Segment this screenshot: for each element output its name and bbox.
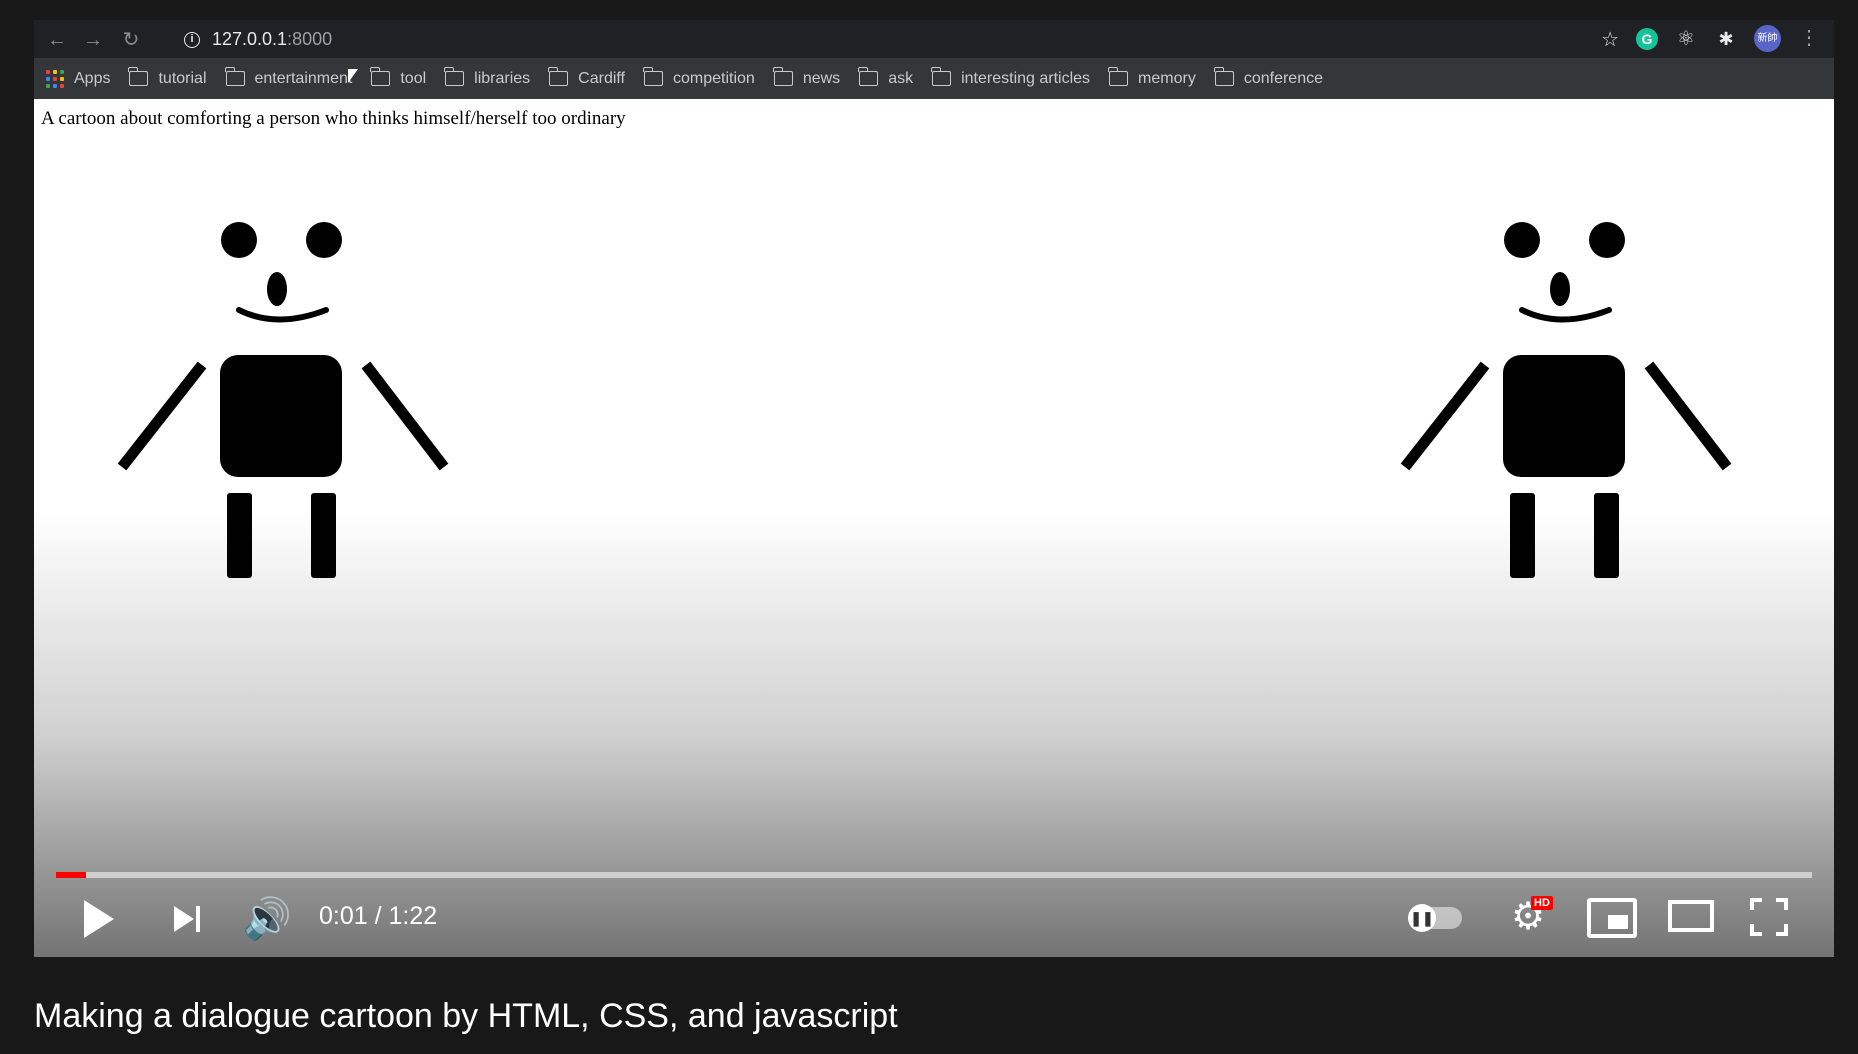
bookmarks-bar: Apps tutorial entertainment tool libraries Ca…: [34, 58, 1834, 99]
next-icon: [174, 906, 194, 932]
left-arm: [117, 361, 207, 471]
bookmark-item[interactable]: competition: [643, 67, 755, 88]
bookmark-label: news: [802, 69, 841, 87]
folder-icon: [444, 67, 465, 86]
bookmark-item[interactable]: conference: [1213, 67, 1323, 88]
apps-grid-icon: [46, 69, 64, 88]
autoplay-toggle[interactable]: ❚❚: [1408, 904, 1462, 932]
bookmark-item[interactable]: Cardiff: [548, 67, 625, 88]
volume-button[interactable]: 🔊: [242, 897, 292, 941]
right-leg: [311, 493, 336, 578]
bookmark-item[interactable]: tutorial: [128, 67, 207, 88]
fullscreen-corner-icon: [1750, 924, 1762, 936]
bookmark-label: tool: [400, 69, 427, 87]
extensions-puzzle-icon: ✱: [1718, 29, 1734, 49]
bookmark-item[interactable]: libraries: [444, 67, 531, 88]
left-leg: [227, 493, 252, 578]
right-eye: [1589, 222, 1625, 258]
back-arrow-icon: ←: [47, 29, 67, 51]
grammarly-icon: G: [1636, 28, 1658, 50]
video-title: Making a dialogue cartoon by HTML, CSS, …: [34, 997, 898, 1035]
folder-icon: [931, 67, 952, 86]
mouth: [236, 307, 329, 323]
url-host: 127.0.0.1: [212, 29, 288, 49]
bookmark-item[interactable]: news: [772, 67, 841, 88]
body: [220, 355, 342, 477]
fullscreen-corner-icon: [1776, 924, 1788, 936]
bookmark-item[interactable]: ask: [858, 67, 914, 88]
bookmark-item[interactable]: entertainment: [224, 67, 353, 88]
bookmark-label: Apps: [74, 69, 111, 87]
mouth: [1519, 307, 1612, 323]
star-icon: ☆: [1601, 29, 1619, 51]
left-eye: [221, 222, 257, 258]
fullscreen-corner-icon: [1776, 898, 1788, 910]
body: [1503, 355, 1625, 477]
address-bar: i 127.0.0.1:8000 ☆: [170, 23, 1633, 56]
folder-icon: [548, 67, 569, 86]
web-content: A cartoon about comforting a person who …: [34, 99, 1834, 957]
fullscreen-button[interactable]: [1750, 898, 1788, 936]
folder-icon: [128, 67, 149, 86]
bookmark-label: conference: [1243, 69, 1323, 87]
left-character: [117, 222, 449, 578]
hd-badge: HD: [1531, 896, 1553, 910]
reload-icon: ↻: [122, 29, 140, 51]
progress-fill: [56, 872, 86, 878]
bookmark-label: libraries: [474, 69, 531, 87]
bookmarks-list: Apps tutorial entertainment tool libraries Ca…: [46, 58, 1342, 99]
bookmark-label: entertainment: [254, 69, 353, 87]
bookmark-label: memory: [1138, 69, 1196, 87]
folder-icon: [370, 67, 391, 86]
bookmark-label: competition: [673, 69, 755, 87]
right-arm: [1644, 361, 1732, 471]
folder-icon: [224, 67, 245, 86]
folder-icon: [772, 67, 793, 86]
next-bar: [196, 906, 200, 932]
pause-icon: ❚❚: [1408, 904, 1436, 932]
folder-icon: [1213, 67, 1234, 86]
right-leg: [1594, 493, 1619, 578]
miniplayer-button[interactable]: [1587, 898, 1637, 938]
menu-dots-icon: ⋮: [1799, 27, 1819, 49]
folder-icon: [1108, 67, 1129, 86]
cartoon-stage: [117, 222, 1732, 578]
progress-bar[interactable]: [56, 872, 1812, 878]
avatar: 新帥: [1754, 25, 1781, 52]
folder-icon: [858, 67, 879, 86]
left-arm: [1400, 361, 1490, 471]
forward-arrow-icon: →: [83, 29, 103, 51]
right-character: [1400, 222, 1732, 578]
react-icon: ⚛: [1677, 28, 1695, 50]
bookmark-item[interactable]: tool: [370, 67, 427, 88]
nose: [1550, 272, 1570, 306]
bookmark-label: ask: [888, 69, 914, 87]
video-page: ← → ↻ i 127.0.0.1:8000 ☆ G ⚛ ✱ 新帥 ⋮ Apps…: [0, 0, 1858, 1054]
time-display: 0:01 / 1:22: [319, 902, 438, 930]
fullscreen-corner-icon: [1750, 898, 1762, 910]
url-text: 127.0.0.1:8000: [212, 29, 332, 50]
browser-toolbar: ← → ↻ i 127.0.0.1:8000 ☆ G ⚛ ✱ 新帥 ⋮: [34, 20, 1834, 58]
info-icon: i: [184, 32, 200, 48]
bookmark-label: tutorial: [158, 69, 207, 87]
bookmark-item[interactable]: interesting articles: [931, 67, 1091, 88]
mouse-cursor-icon: [348, 69, 358, 83]
left-leg: [1510, 493, 1535, 578]
bookmark-label: interesting articles: [961, 69, 1091, 87]
right-arm: [361, 361, 449, 471]
theater-mode-button[interactable]: [1668, 900, 1714, 932]
folder-icon: [643, 67, 663, 86]
left-eye: [1504, 222, 1540, 258]
miniplayer-icon: [1608, 915, 1628, 929]
bookmark-item[interactable]: Apps: [46, 69, 111, 88]
play-button[interactable]: [84, 900, 114, 938]
url-port: :8000: [287, 29, 333, 49]
bookmark-label: Cardiff: [578, 69, 625, 87]
video-player[interactable]: ← → ↻ i 127.0.0.1:8000 ☆ G ⚛ ✱ 新帥 ⋮ Apps…: [34, 20, 1834, 957]
right-eye: [306, 222, 342, 258]
nose: [267, 272, 287, 306]
bookmark-item[interactable]: memory: [1108, 67, 1196, 88]
